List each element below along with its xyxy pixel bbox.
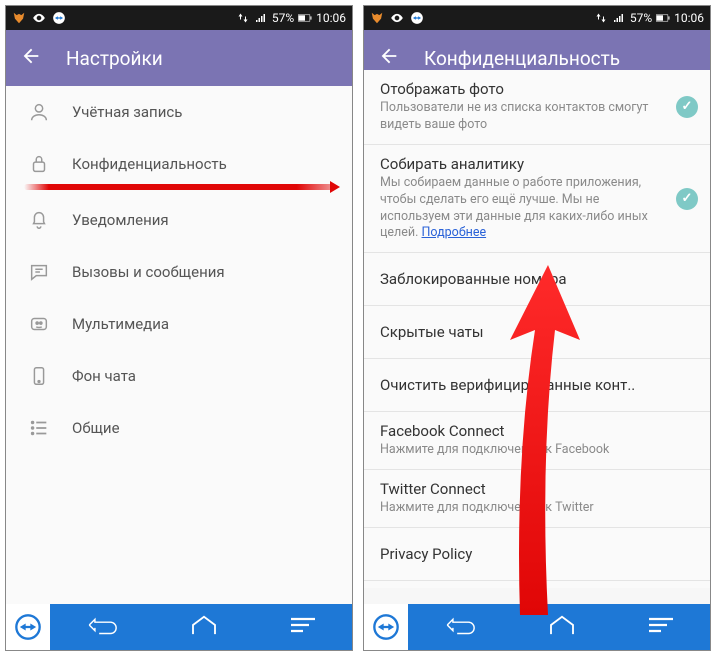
row-desc: Пользователи не из списка контактов смог… — [380, 100, 694, 134]
row-desc: Нажмите для подключения к Twitter — [380, 500, 694, 517]
nav-recent-icon[interactable] — [289, 614, 317, 640]
phone-right: 57% 10:06 Конфиденциальность Отображать … — [363, 5, 711, 651]
clock-time: 10:06 — [316, 11, 346, 25]
settings-item-label: Конфиденциальность — [72, 155, 227, 173]
phone-left: 57% 10:06 Настройки Учётная запись Конфи… — [5, 5, 353, 651]
back-icon[interactable] — [378, 45, 400, 71]
row-clear-verified[interactable]: Очистить верифицированные конт.. — [364, 359, 710, 412]
settings-item-background[interactable]: Фон чата — [6, 350, 352, 402]
system-nav — [364, 604, 710, 650]
page-title: Настройки — [66, 47, 163, 70]
nav-back-icon[interactable] — [443, 614, 477, 640]
row-title: Скрытые чаты — [380, 323, 694, 341]
row-desc: Мы собираем данные о работе приложения, … — [380, 175, 694, 243]
settings-list: Учётная запись Конфиденциальность Уведом… — [6, 86, 352, 604]
settings-item-label: Фон чата — [72, 367, 136, 385]
row-hidden-chats[interactable]: Скрытые чаты — [364, 306, 710, 359]
row-blocked-numbers[interactable]: Заблокированные номера — [364, 253, 710, 306]
row-twitter-connect[interactable]: Twitter Connect Нажмите для подключения … — [364, 470, 710, 528]
row-title: Privacy Policy — [380, 545, 694, 563]
teamviewer-button[interactable] — [6, 604, 50, 650]
status-bar: 57% 10:06 — [6, 6, 352, 30]
battery-icon — [656, 11, 670, 25]
nav-home-icon[interactable] — [547, 614, 577, 640]
teamviewer-icon — [410, 11, 424, 25]
list-icon — [28, 417, 50, 439]
red-underline-annotation — [24, 184, 334, 190]
row-analytics[interactable]: Собирать аналитику Мы собираем данные о … — [364, 145, 710, 254]
signal-icon — [254, 11, 268, 25]
row-desc: Нажмите для подключения к Facebook — [380, 442, 694, 459]
phone-bg-icon — [28, 365, 50, 387]
nav-back-icon[interactable] — [85, 614, 119, 640]
settings-item-privacy[interactable]: Конфиденциальность — [6, 138, 352, 190]
nav-home-icon[interactable] — [189, 614, 219, 640]
settings-item-label: Мультимедиа — [72, 315, 169, 333]
settings-item-label: Учётная запись — [72, 103, 182, 121]
row-title: Заблокированные номера — [380, 270, 694, 288]
privacy-list: Отображать фото Пользователи не из списк… — [364, 70, 710, 588]
up-down-icon — [236, 11, 250, 25]
teamviewer-icon — [52, 11, 66, 25]
page-title: Конфиденциальность — [424, 47, 620, 70]
signal-icon — [612, 11, 626, 25]
user-icon — [28, 101, 50, 123]
settings-item-media[interactable]: Мультимедиа — [6, 298, 352, 350]
settings-item-label: Общие — [72, 419, 120, 437]
checkbox-on-icon[interactable] — [676, 96, 698, 118]
status-bar: 57% 10:06 — [364, 6, 710, 30]
bell-icon — [28, 209, 50, 231]
fox-icon — [370, 11, 384, 25]
row-title: Отображать фото — [380, 80, 694, 98]
learn-more-link[interactable]: Подробнее — [422, 225, 487, 240]
system-nav — [6, 604, 352, 650]
eye-icon — [32, 11, 46, 25]
nav-recent-icon[interactable] — [647, 614, 675, 640]
up-down-icon — [594, 11, 608, 25]
fox-icon — [12, 11, 26, 25]
eye-icon — [390, 11, 404, 25]
row-title: Facebook Connect — [380, 422, 694, 440]
row-privacy-policy[interactable]: Privacy Policy — [364, 528, 710, 581]
teamviewer-button[interactable] — [364, 604, 408, 650]
row-title: Очистить верифицированные конт.. — [380, 376, 694, 394]
settings-item-general[interactable]: Общие — [6, 402, 352, 454]
lock-icon — [28, 153, 50, 175]
checkbox-on-icon[interactable] — [676, 188, 698, 210]
app-header: Настройки — [6, 30, 352, 86]
row-show-photo[interactable]: Отображать фото Пользователи не из списк… — [364, 70, 710, 145]
settings-item-account[interactable]: Учётная запись — [6, 86, 352, 138]
battery-icon — [298, 11, 312, 25]
back-icon[interactable] — [20, 45, 42, 71]
battery-pct: 57% — [630, 11, 652, 25]
chat-icon — [28, 261, 50, 283]
row-facebook-connect[interactable]: Facebook Connect Нажмите для подключения… — [364, 412, 710, 470]
settings-item-label: Вызовы и сообщения — [72, 263, 225, 281]
settings-item-notifications[interactable]: Уведомления — [6, 194, 352, 246]
settings-item-calls[interactable]: Вызовы и сообщения — [6, 246, 352, 298]
row-title: Собирать аналитику — [380, 155, 694, 173]
settings-item-label: Уведомления — [72, 211, 169, 229]
clock-time: 10:06 — [674, 11, 704, 25]
battery-pct: 57% — [272, 11, 294, 25]
media-icon — [28, 313, 50, 335]
row-title: Twitter Connect — [380, 480, 694, 498]
